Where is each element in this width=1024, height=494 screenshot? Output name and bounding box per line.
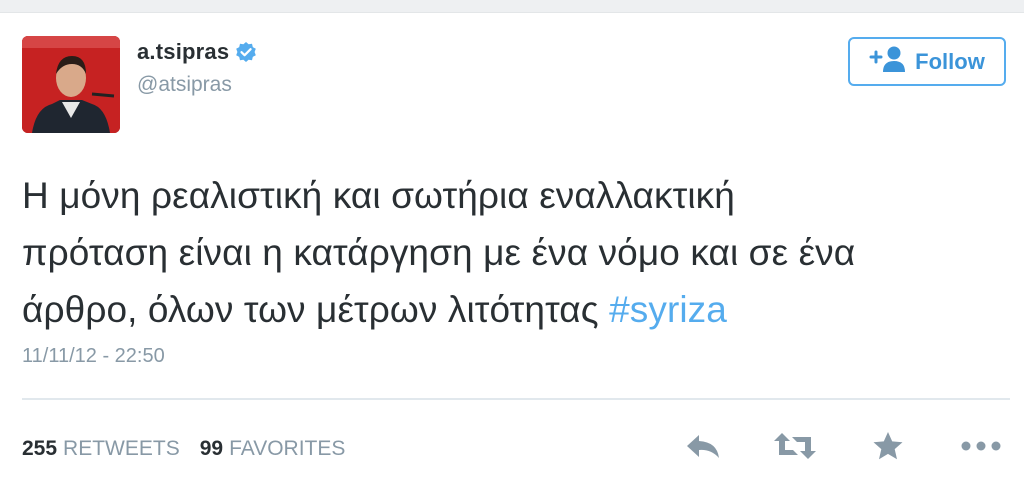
retweet-button[interactable]: [772, 428, 818, 468]
more-icon: [959, 439, 1003, 457]
display-name[interactable]: a.tsipras: [137, 39, 229, 65]
more-button[interactable]: [958, 428, 1004, 468]
tweet-text-line: πρόταση είναι η κατάργηση με ένα νόμο κα…: [22, 232, 856, 273]
favorite-button[interactable]: [865, 428, 911, 468]
favorites-count[interactable]: 99: [200, 437, 223, 461]
favorite-icon: [872, 431, 904, 466]
hashtag-link[interactable]: #syriza: [609, 289, 727, 330]
reply-icon: [683, 431, 723, 466]
follow-button[interactable]: Follow: [848, 37, 1006, 86]
top-strip: [0, 0, 1024, 13]
tweet-text-line: Η μόνη ρεαλιστική και σωτήρια εναλλακτικ…: [22, 175, 735, 216]
avatar[interactable]: [22, 36, 120, 133]
divider: [22, 398, 1010, 400]
add-user-icon: [869, 45, 906, 78]
verified-badge-icon: [235, 41, 257, 63]
tweet-text-line: άρθρο, όλων των μέτρων λιτότητας #syriza: [22, 281, 1012, 338]
user-name-row: a.tsipras: [137, 39, 257, 65]
tweet-text-segment: άρθρο, όλων των μέτρων λιτότητας: [22, 289, 610, 330]
user-handle[interactable]: @atsipras: [137, 73, 232, 97]
retweets-label[interactable]: RETWEETS: [63, 437, 180, 461]
retweets-count[interactable]: 255: [22, 437, 57, 461]
avatar-image: [22, 36, 120, 133]
tweet-timestamp[interactable]: 11/11/12 - 22:50: [22, 345, 165, 368]
reply-button[interactable]: [680, 428, 726, 468]
tweet-stats: 255 RETWEETS 99 FAVORITES: [22, 437, 345, 461]
retweet-icon: [772, 431, 818, 466]
tweet-text: Η μόνη ρεαλιστική και σωτήρια εναλλακτικ…: [22, 167, 1012, 338]
follow-button-label: Follow: [915, 48, 985, 74]
favorites-label[interactable]: FAVORITES: [229, 437, 345, 461]
